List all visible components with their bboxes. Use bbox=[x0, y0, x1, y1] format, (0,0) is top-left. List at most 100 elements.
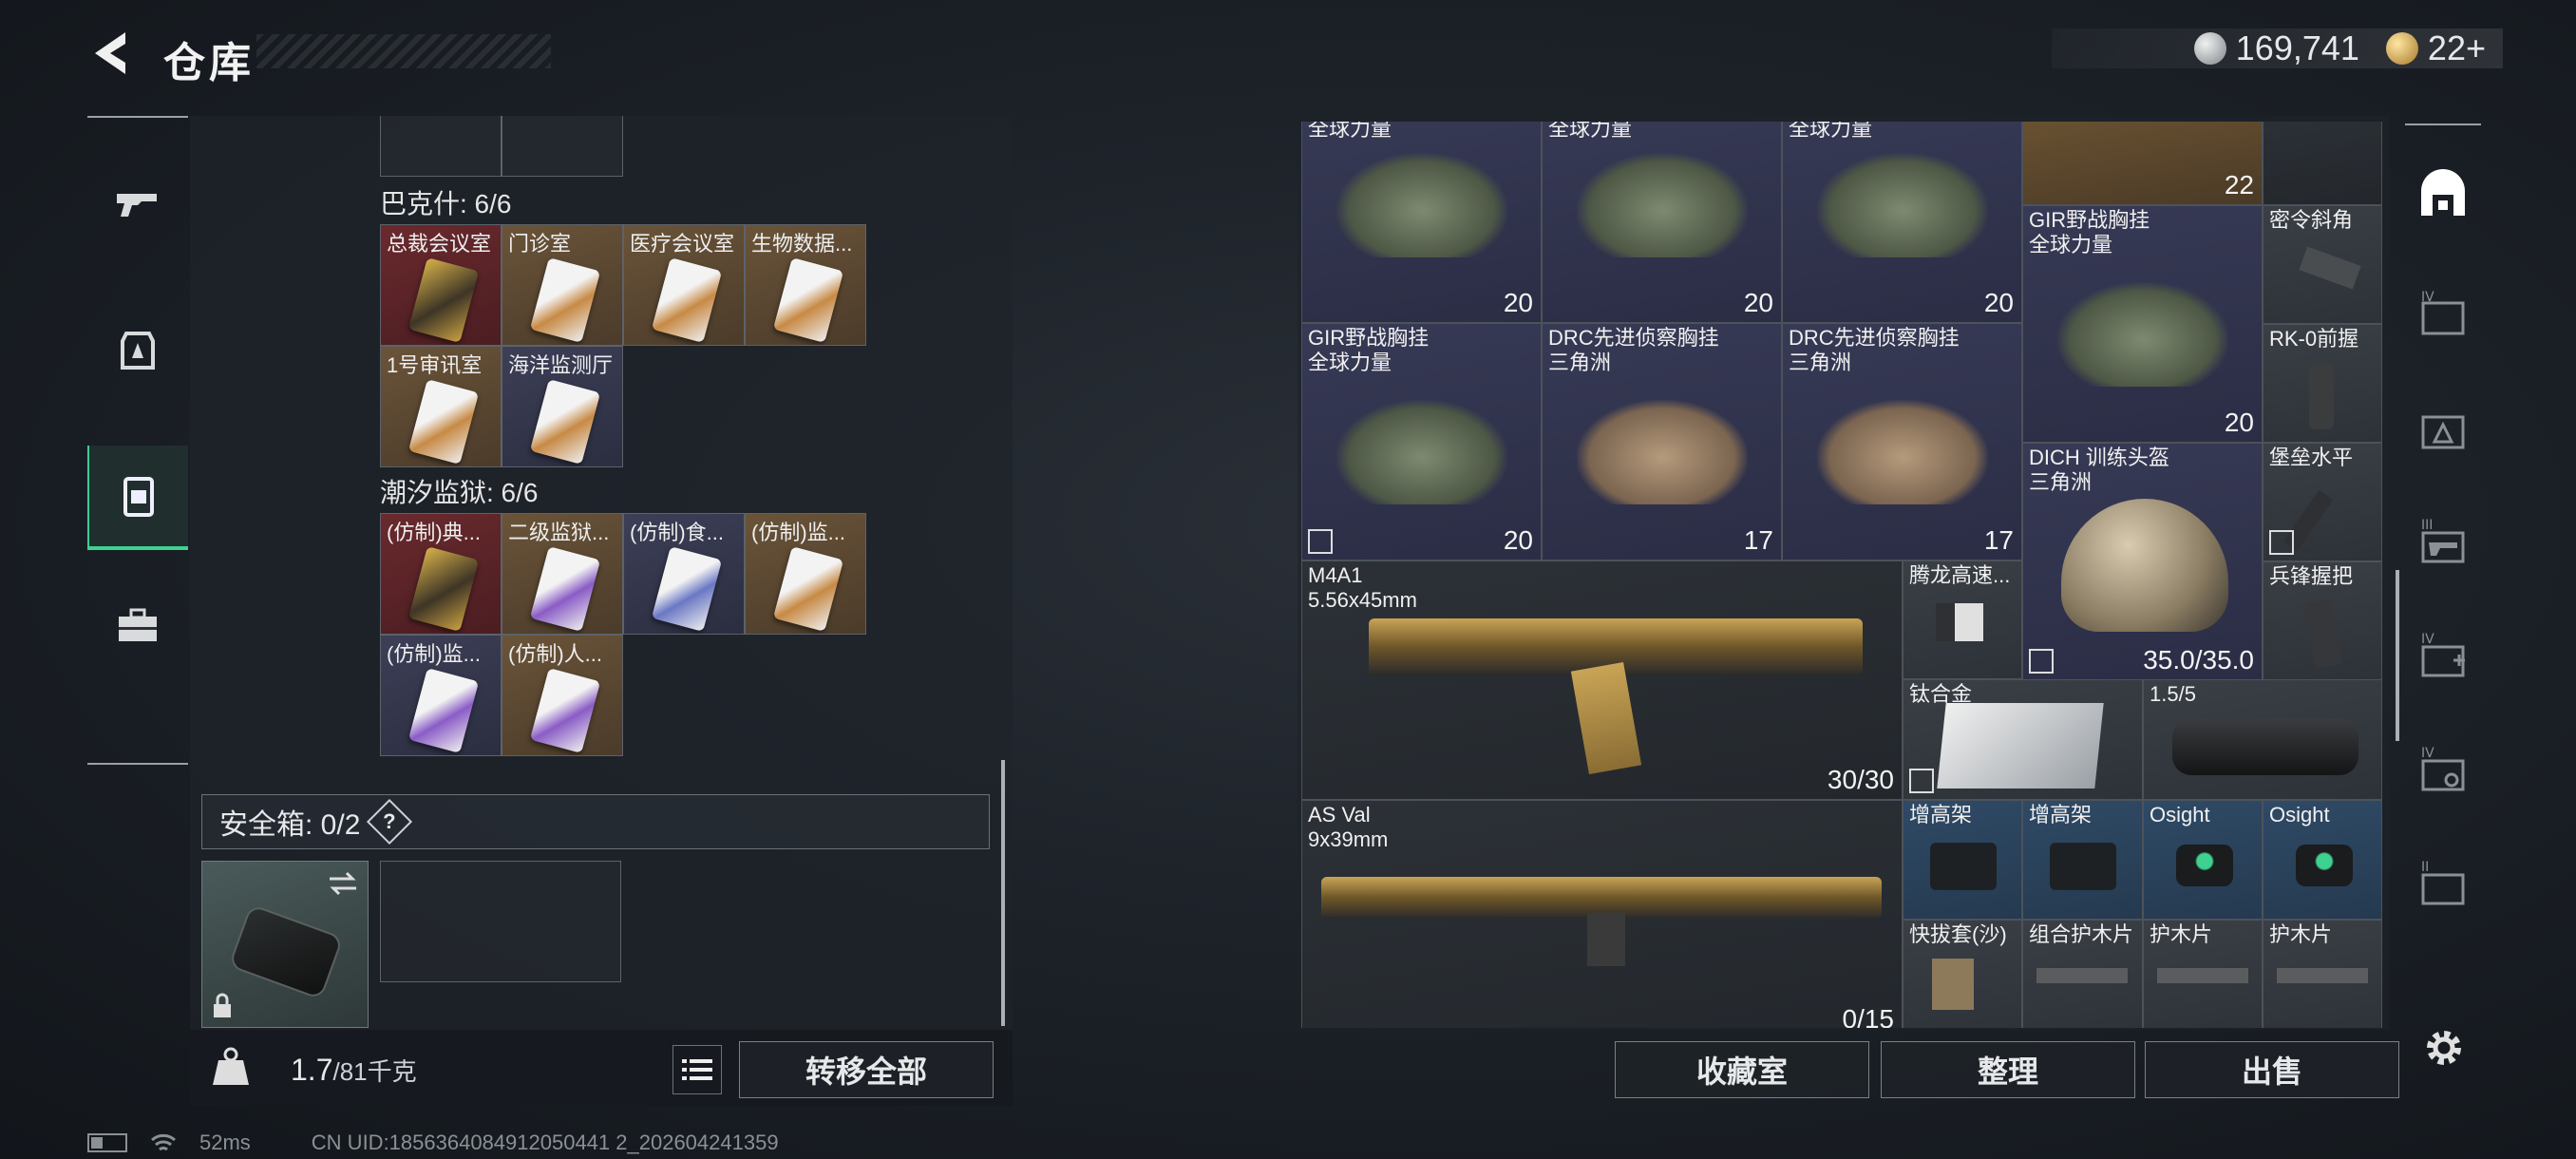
settings-gear-icon[interactable] bbox=[2420, 1024, 2468, 1072]
safe-box-empty-slot[interactable] bbox=[380, 861, 621, 982]
lock-icon bbox=[1909, 769, 1934, 793]
silver-amount: 169,741 bbox=[2235, 28, 2359, 67]
item-cell[interactable]: 22 bbox=[2022, 122, 2263, 205]
tab-storage-3[interactable]: III bbox=[2413, 515, 2473, 576]
item-cell[interactable]: 1.5/5 bbox=[2143, 679, 2382, 800]
item-cell[interactable]: 护木片 bbox=[2143, 920, 2263, 1028]
handguard-icon bbox=[2157, 968, 2248, 983]
magazine-icon bbox=[1570, 661, 1642, 775]
item-cell[interactable]: 快拔套(沙) bbox=[1903, 920, 2022, 1028]
nav-weapons[interactable] bbox=[87, 151, 188, 256]
item-cell-partial[interactable] bbox=[502, 116, 623, 177]
svg-text:III: III bbox=[2421, 518, 2433, 533]
nav-storage[interactable] bbox=[87, 446, 188, 550]
item-cell[interactable]: DRC先进侦察胸挂 三角洲 17 bbox=[1782, 323, 2022, 560]
item-cell[interactable]: 全球力量 20 bbox=[1782, 122, 2022, 323]
sell-button[interactable]: 出售 bbox=[2145, 1041, 2399, 1098]
storage-box-icon: II bbox=[2421, 860, 2465, 905]
item-cell[interactable]: RK-0前握 bbox=[2263, 324, 2382, 443]
item-cell[interactable]: 增高架 bbox=[1903, 800, 2022, 920]
item-cell[interactable]: 兵锋握把 bbox=[2263, 561, 2382, 680]
bag-icon bbox=[1336, 153, 1507, 257]
keycard-icon bbox=[407, 668, 480, 753]
silver-coin-icon bbox=[2193, 32, 2226, 65]
keycard-cell[interactable]: 1号审讯室 bbox=[380, 346, 502, 467]
keycard-cell[interactable]: (仿制)人... bbox=[502, 635, 623, 756]
item-cell[interactable]: GIR野战胸挂 全球力量 20 bbox=[1301, 323, 1542, 560]
item-cell[interactable]: GIR野战胸挂 全球力量 20 bbox=[2022, 205, 2263, 443]
item-cell[interactable]: 密令斜角 bbox=[2263, 205, 2382, 324]
storage-arch-icon bbox=[2421, 169, 2465, 216]
item-cell[interactable]: 全球力量 20 bbox=[1301, 122, 1542, 323]
keycard-cell[interactable]: 门诊室 bbox=[502, 224, 623, 346]
collection-room-button[interactable]: 收藏室 bbox=[1615, 1041, 1869, 1098]
nav-equipment[interactable] bbox=[87, 298, 188, 403]
keycard-icon bbox=[529, 668, 601, 753]
organize-button[interactable]: 整理 bbox=[1881, 1041, 2135, 1098]
storage-actions: 收藏室 整理 出售 bbox=[1615, 1041, 2401, 1100]
keycard-icon bbox=[529, 257, 601, 343]
item-cell-partial[interactable] bbox=[380, 116, 502, 177]
tab-storage-4[interactable]: IV bbox=[2413, 287, 2473, 348]
svg-text:IV: IV bbox=[2421, 632, 2434, 647]
item-cell-asval[interactable]: AS Val 9x39mm 0/15 bbox=[1301, 800, 1903, 1028]
gold-amount[interactable]: 22+ bbox=[2428, 28, 2486, 68]
keycard-cell[interactable]: 二级监狱... bbox=[502, 513, 623, 635]
keycard-cell[interactable]: (仿制)典... bbox=[380, 513, 502, 635]
list-view-button[interactable] bbox=[672, 1045, 722, 1094]
tab-storage-4-ammo[interactable]: IV bbox=[2413, 743, 2473, 804]
item-cell[interactable]: 组合护木片 bbox=[2022, 920, 2143, 1028]
item-cell[interactable]: 护木片 bbox=[2263, 920, 2382, 1028]
keycard-icon bbox=[407, 257, 480, 343]
item-cell-m4a1[interactable]: M4A1 5.56x45mm 30/30 bbox=[1301, 560, 1903, 800]
keycard-cell[interactable]: 海洋监测厅 bbox=[502, 346, 623, 467]
item-cell[interactable]: 全球力量 20 bbox=[1542, 122, 1782, 323]
storage-folder-icon: IV bbox=[2421, 290, 2465, 335]
item-cell[interactable]: 腾龙高速... bbox=[1903, 560, 2022, 679]
weight-readout: 1.7/81千克 bbox=[291, 1053, 417, 1087]
grip-icon bbox=[2303, 598, 2343, 670]
keycard-cell[interactable]: (仿制)监... bbox=[380, 635, 502, 756]
safe-box-slot[interactable] bbox=[201, 861, 369, 1028]
item-cell[interactable]: DICH 训练头盔 三角洲 35.0/35.0 bbox=[2022, 443, 2263, 680]
keycard-cell[interactable]: (仿制)监... bbox=[745, 513, 866, 635]
svg-text:II: II bbox=[2421, 860, 2429, 875]
storage-scrollbar[interactable] bbox=[2396, 570, 2399, 741]
keycard-icon bbox=[772, 257, 844, 343]
item-cell[interactable]: Osight bbox=[2143, 800, 2263, 920]
storage-medical-icon: IV bbox=[2421, 632, 2465, 677]
item-cell[interactable]: 增高架 bbox=[2022, 800, 2143, 920]
bag-icon bbox=[1817, 400, 1988, 504]
transfer-all-button[interactable]: 转移全部 bbox=[739, 1041, 994, 1098]
help-button[interactable]: ? bbox=[367, 798, 413, 846]
back-button[interactable] bbox=[85, 27, 139, 80]
item-cell[interactable]: 钛合金 bbox=[1903, 679, 2143, 800]
currency-bar: 169,741 22+ bbox=[2052, 28, 2503, 68]
tab-all-storage[interactable] bbox=[2413, 163, 2473, 224]
nav-toolbox[interactable] bbox=[87, 574, 188, 678]
battery-icon bbox=[87, 1133, 127, 1152]
item-cell[interactable]: DRC先进侦察胸挂 三角洲 17 bbox=[1542, 323, 1782, 560]
section-chaoxi: 潮汐监狱: 6/6 bbox=[380, 478, 539, 507]
tab-storage-4-medical[interactable]: IV bbox=[2413, 629, 2473, 690]
keycard-cell[interactable]: 总裁会议室 bbox=[380, 224, 502, 346]
keycard-cell[interactable]: 生物数据... bbox=[745, 224, 866, 346]
title-decoration bbox=[256, 34, 551, 68]
uid: CN UID:1856364084912050441 2_20260424135… bbox=[311, 1130, 779, 1154]
safe-box-label: 安全箱: 0/2 bbox=[219, 809, 361, 841]
backpack-scrollbar[interactable] bbox=[1001, 760, 1005, 1026]
holster-icon bbox=[1932, 959, 1974, 1010]
keycard-cell[interactable]: 医疗会议室 bbox=[623, 224, 745, 346]
item-cell[interactable]: Osight bbox=[2263, 800, 2382, 920]
grip-icon bbox=[2309, 363, 2334, 429]
keycard-cell[interactable]: (仿制)食... bbox=[623, 513, 745, 635]
riser-icon bbox=[2050, 843, 2116, 890]
storage-ammo-icon: IV bbox=[2421, 746, 2465, 791]
item-cell[interactable] bbox=[2263, 122, 2382, 205]
tab-storage-3a[interactable] bbox=[2413, 401, 2473, 462]
keycard-icon bbox=[529, 379, 601, 465]
tab-storage-2[interactable]: II bbox=[2413, 857, 2473, 918]
keycard-icon bbox=[651, 257, 723, 343]
item-cell[interactable]: 堡垒水平 bbox=[2263, 443, 2382, 561]
safe-box-bar: 安全箱: 0/2 ? bbox=[201, 794, 990, 849]
